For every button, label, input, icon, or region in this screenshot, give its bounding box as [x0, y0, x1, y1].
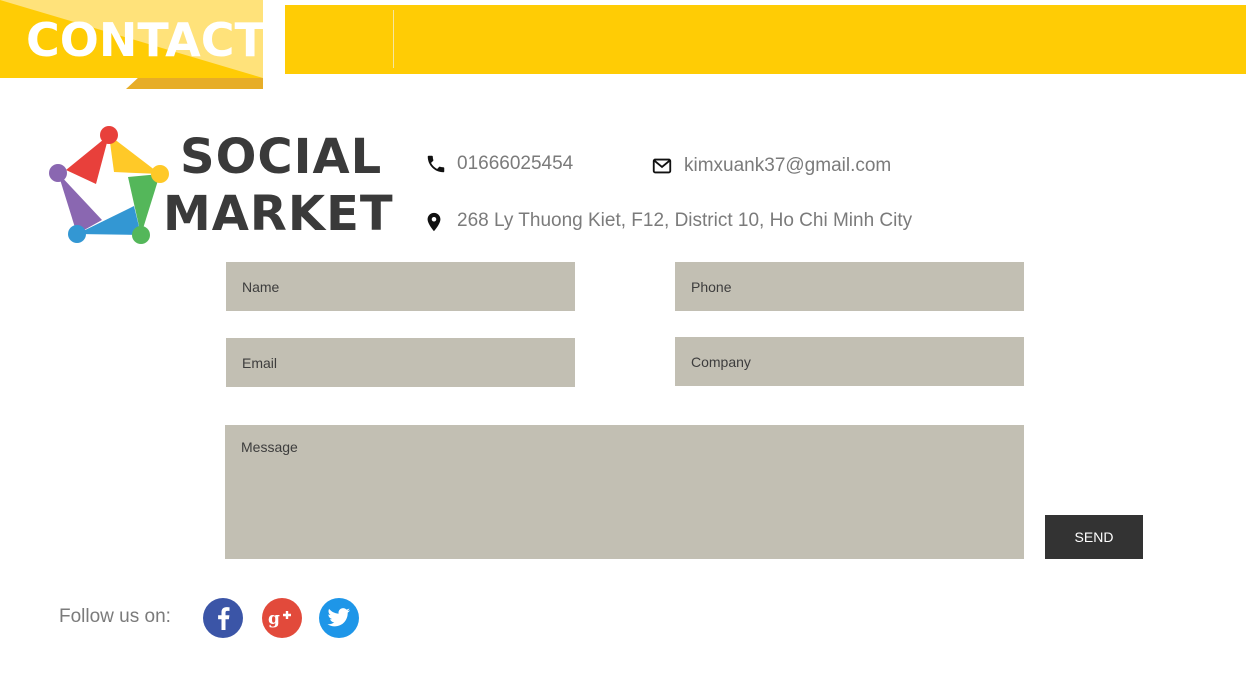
logo-icon	[49, 126, 169, 244]
brand-name-line2: MARKET	[163, 186, 394, 242]
header-bar	[285, 5, 1246, 74]
email-input[interactable]	[226, 338, 575, 387]
phone-number: 01666025454	[457, 153, 574, 174]
mail-icon	[652, 158, 672, 174]
phone-input[interactable]	[675, 262, 1024, 311]
map-pin-icon	[427, 212, 441, 232]
twitter-icon	[327, 608, 350, 627]
postal-address: 268 Ly Thuong Kiet, F12, District 10, Ho…	[457, 210, 913, 231]
email-address: kimxuank37@gmail.com	[684, 155, 892, 176]
header-divider	[393, 10, 394, 68]
phone-icon	[427, 155, 445, 173]
facebook-icon	[218, 607, 230, 630]
svg-text:g: g	[268, 609, 280, 629]
send-button[interactable]: SEND	[1045, 515, 1143, 559]
company-input[interactable]	[675, 337, 1024, 386]
google-plus-icon: g	[268, 609, 291, 629]
message-textarea[interactable]	[225, 425, 1024, 559]
twitter-link[interactable]	[319, 598, 359, 638]
facebook-link[interactable]	[203, 598, 243, 638]
google-plus-link[interactable]: g	[262, 598, 302, 638]
page-title: CONTACT	[26, 13, 266, 67]
brand-name-line1: SOCIAL	[180, 129, 383, 185]
follow-label: Follow us on:	[59, 606, 171, 627]
name-input[interactable]	[226, 262, 575, 311]
